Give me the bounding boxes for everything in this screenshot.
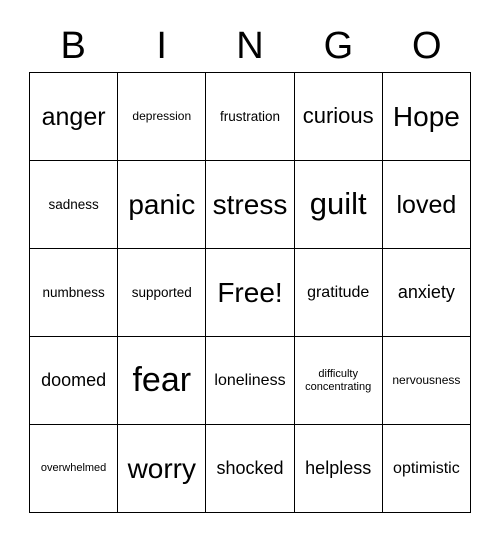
bingo-grid: anger depression frustration curious Hope sad… bbox=[29, 72, 471, 513]
bingo-cell-r4c4[interactable]: difficulty concentrating bbox=[294, 337, 383, 425]
bingo-cell-r1c4[interactable]: curious bbox=[294, 73, 383, 161]
bingo-cell-r4c1[interactable]: doomed bbox=[30, 337, 119, 425]
bingo-header-letter-n: N bbox=[236, 25, 264, 67]
bingo-cell-label: curious bbox=[302, 103, 374, 129]
bingo-cell-r2c2[interactable]: panic bbox=[118, 161, 207, 249]
bingo-header-letter-b: B bbox=[60, 25, 86, 67]
bingo-cell-label: numbness bbox=[42, 284, 105, 300]
bingo-cell-r5c4[interactable]: helpless bbox=[294, 425, 383, 513]
bingo-cell-r3c1[interactable]: numbness bbox=[30, 249, 119, 337]
bingo-cell-label: difficulty concentrating bbox=[305, 368, 372, 393]
bingo-cell-r4c3[interactable]: loneliness bbox=[206, 337, 295, 425]
bingo-cell-label: loved bbox=[396, 190, 457, 219]
bingo-cell-label: depression bbox=[132, 108, 192, 123]
bingo-cell-label: sadness bbox=[48, 196, 99, 212]
bingo-cell-label: panic bbox=[128, 188, 196, 220]
bingo-cell-r1c1[interactable]: anger bbox=[30, 73, 119, 161]
bingo-cell-r2c4[interactable]: guilt bbox=[294, 161, 383, 249]
bingo-cell-label: Hope bbox=[392, 100, 460, 132]
bingo-cell-label: anger bbox=[41, 102, 106, 131]
bingo-cell-r4c2[interactable]: fear bbox=[118, 337, 207, 425]
bingo-cell-r5c5[interactable]: optimistic bbox=[382, 425, 471, 513]
bingo-card: B I N G O anger depression frustration curi… bbox=[29, 20, 471, 513]
bingo-header-letter-o: O bbox=[412, 25, 442, 67]
bingo-cell-r3c4[interactable]: gratitude bbox=[294, 249, 383, 337]
bingo-cell-label: nervousness bbox=[392, 372, 461, 387]
bingo-cell-r1c3[interactable]: frustration bbox=[206, 73, 295, 161]
bingo-cell-label: frustration bbox=[219, 108, 280, 124]
bingo-cell-label: worry bbox=[127, 452, 197, 484]
bingo-cell-label: loneliness bbox=[214, 371, 286, 389]
bingo-cell-r2c3[interactable]: stress bbox=[206, 161, 295, 249]
bingo-cell-r2c1[interactable]: sadness bbox=[30, 161, 119, 249]
bingo-cell-label: gratitude bbox=[307, 283, 370, 301]
bingo-cell-r1c5[interactable]: Hope bbox=[382, 73, 471, 161]
bingo-cell-label: supported bbox=[131, 284, 192, 300]
bingo-cell-r1c2[interactable]: depression bbox=[118, 73, 207, 161]
bingo-cell-label: shocked bbox=[216, 458, 284, 479]
bingo-cell-label: doomed bbox=[41, 370, 107, 391]
bingo-cell-r3c2[interactable]: supported bbox=[118, 249, 207, 337]
bingo-cell-label: guilt bbox=[309, 186, 367, 222]
bingo-cell-r4c5[interactable]: nervousness bbox=[382, 337, 471, 425]
bingo-cell-label: Free! bbox=[217, 276, 283, 308]
bingo-cell-r5c3[interactable]: shocked bbox=[206, 425, 295, 513]
bingo-header-letter-g: G bbox=[323, 25, 354, 67]
bingo-cell-label: fear bbox=[132, 361, 192, 400]
bingo-header-letter-i: I bbox=[156, 25, 167, 67]
bingo-header-row: B I N G O bbox=[29, 20, 471, 72]
bingo-cell-r5c1[interactable]: overwhelmed bbox=[30, 425, 119, 513]
bingo-cell-r2c5[interactable]: loved bbox=[382, 161, 471, 249]
bingo-cell-label: stress bbox=[212, 188, 288, 220]
bingo-cell-label: overwhelmed bbox=[40, 462, 107, 475]
bingo-cell-label: helpless bbox=[305, 458, 372, 479]
bingo-cell-r5c2[interactable]: worry bbox=[118, 425, 207, 513]
bingo-cell-label: anxiety bbox=[397, 282, 455, 303]
bingo-cell-label: optimistic bbox=[393, 459, 460, 477]
bingo-cell-r3c5[interactable]: anxiety bbox=[382, 249, 471, 337]
bingo-cell-r3c3[interactable]: Free! bbox=[206, 249, 295, 337]
